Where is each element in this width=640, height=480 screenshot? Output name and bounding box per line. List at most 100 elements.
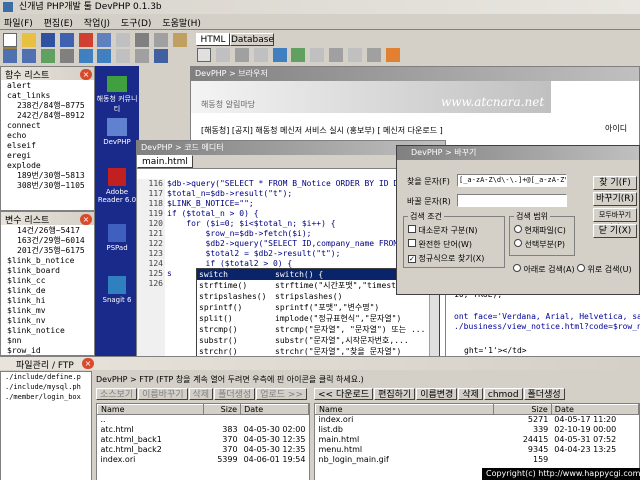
form-icon[interactable]: [310, 48, 325, 62]
tree-item[interactable]: $link_nv: [1, 316, 94, 326]
table-row[interactable]: index.ori 5399 04-06-01 19:54: [98, 455, 309, 465]
find-button[interactable]: 찾 기(F): [593, 176, 637, 190]
tree-item[interactable]: 242건/84행~8912: [1, 111, 94, 121]
regex-checkbox[interactable]: ✓ 정규식으로 찾기(X): [408, 253, 484, 264]
shortcut-item[interactable]: 해동청 커뮤니티: [95, 76, 139, 116]
textarea-icon[interactable]: [366, 48, 381, 62]
tree-item[interactable]: ./include/define.p: [1, 372, 91, 382]
redo-icon[interactable]: [97, 49, 112, 63]
tree-item[interactable]: $link_mv: [1, 306, 94, 316]
table-row[interactable]: main.html 24415 04-05-31 07:52: [316, 435, 639, 445]
table-row[interactable]: atc.html_back1 370 04-05-30 12:35: [98, 435, 309, 445]
autocomplete-item[interactable]: substr() substr("문자열",시작문자번호,...: [197, 335, 439, 346]
bookmark-icon[interactable]: [40, 49, 55, 63]
tree-item[interactable]: 163건/29행~6014: [1, 236, 94, 246]
column-header[interactable]: Name: [315, 404, 494, 415]
tree-item[interactable]: 14건/26행~5417: [1, 226, 94, 236]
column-header[interactable]: Size: [203, 404, 242, 415]
tree-item[interactable]: $link_notice: [1, 326, 94, 336]
menu-tools[interactable]: 도구(D): [117, 14, 156, 31]
save-all-icon[interactable]: [59, 33, 74, 47]
menu-job[interactable]: 작업(J): [80, 14, 114, 31]
copy-icon[interactable]: [154, 33, 168, 47]
notice-bar[interactable]: [해동청] [공지] 해동청 메신저 서비스 실시 (홍보부) [ 메신저 다운…: [201, 125, 541, 137]
undo-icon[interactable]: [78, 49, 93, 63]
remote-action-button[interactable]: 편집하기: [374, 388, 416, 400]
tree-item[interactable]: eregi: [1, 151, 94, 161]
list-icon[interactable]: [215, 48, 230, 62]
column-header[interactable]: Name: [97, 404, 205, 415]
column-header[interactable]: Date: [240, 404, 309, 415]
table-icon[interactable]: [197, 48, 211, 62]
preview-icon[interactable]: [97, 33, 112, 47]
shortcut-item[interactable]: PSPad: [95, 224, 139, 254]
table-row[interactable]: list.db 339 02-10-19 00:00: [316, 425, 639, 435]
tree-item[interactable]: $link_cc: [1, 276, 94, 286]
tree-item[interactable]: cat_links: [1, 91, 94, 101]
html-icon[interactable]: [116, 33, 131, 47]
search-down-radio[interactable]: 아래로 검색(A): [513, 264, 575, 275]
local-action-button[interactable]: 이름바꾸기: [138, 388, 188, 400]
paste-icon[interactable]: [172, 33, 187, 47]
tree-item[interactable]: $link_board: [1, 266, 94, 276]
cut-icon[interactable]: [135, 33, 150, 47]
find-input[interactable]: [_a-zA-Z\d\-\.]+@[_a-zA-Z\d: [457, 174, 567, 187]
indent-icon[interactable]: [3, 49, 17, 63]
tree-item[interactable]: 201건/35행~6175: [1, 246, 94, 256]
tree-item[interactable]: explode: [1, 161, 94, 171]
shortcut-item[interactable]: Snagit 6: [95, 276, 139, 306]
link-icon[interactable]: [272, 48, 287, 62]
input-icon[interactable]: [329, 48, 344, 62]
outdent-icon[interactable]: [21, 49, 36, 63]
local-action-button[interactable]: 업로드 >>: [256, 388, 308, 400]
tab-main-html[interactable]: main.html: [137, 155, 193, 168]
tree-item[interactable]: 238건/84행~8775: [1, 101, 94, 111]
local-action-button[interactable]: 소스보기: [96, 388, 138, 400]
remote-action-button[interactable]: << 다운로드: [314, 388, 374, 400]
close-icon[interactable]: ×: [82, 358, 94, 369]
menu-edit[interactable]: 편집(E): [40, 14, 77, 31]
remote-action-button[interactable]: 삭제: [458, 388, 483, 400]
function-icon[interactable]: [116, 49, 131, 63]
image-icon[interactable]: [291, 48, 306, 62]
open-folder-icon[interactable]: [21, 33, 36, 47]
case-sensitive-checkbox[interactable]: 대소문자 구분(N): [408, 225, 477, 236]
tree-item[interactable]: $link_b_notice: [1, 256, 94, 266]
autocomplete-item[interactable]: split() implode("정규표현식","문자열"): [197, 313, 439, 324]
column-header[interactable]: Size: [492, 404, 552, 415]
tree-item[interactable]: ./include/mysql.ph: [1, 382, 91, 392]
ftp-icon[interactable]: [78, 33, 93, 47]
tree-item[interactable]: 308번/30행~1105: [1, 181, 94, 191]
replace-button[interactable]: 바꾸기(R): [593, 192, 637, 206]
tree-item[interactable]: echo: [1, 131, 94, 141]
remote-action-button[interactable]: 이름변경: [416, 388, 458, 400]
search-up-radio[interactable]: 위로 검색(U): [577, 264, 632, 275]
new-file-icon[interactable]: [3, 33, 17, 47]
run-icon[interactable]: [135, 49, 150, 63]
tab-html[interactable]: HTML: [196, 33, 230, 46]
select-icon[interactable]: [348, 48, 362, 62]
close-icon[interactable]: ×: [80, 214, 92, 225]
tree-item[interactable]: alert: [1, 81, 94, 91]
current-file-radio[interactable]: 현재파일(C): [514, 225, 566, 236]
tree-item[interactable]: $link_de: [1, 286, 94, 296]
table-row[interactable]: index.ori 5271 04-05-17 11:20: [316, 415, 639, 425]
selection-radio[interactable]: 선택부분(P): [514, 239, 565, 250]
tree-item[interactable]: $row_id: [1, 346, 94, 356]
table-row[interactable]: nb_login_main.gif 159: [316, 455, 639, 465]
paragraph-icon[interactable]: [253, 48, 268, 62]
tree-item[interactable]: 189번/30행~5813: [1, 171, 94, 181]
menu-file[interactable]: 파일(F): [0, 14, 37, 31]
save-icon[interactable]: [40, 33, 55, 47]
remote-action-button[interactable]: 폴더생성: [523, 388, 565, 400]
tree-item[interactable]: ./member/login_box: [1, 392, 91, 402]
tree-item[interactable]: $nn: [1, 336, 94, 346]
table-row[interactable]: atc.html 383 04-05-30 02:00: [98, 425, 309, 435]
replace-input[interactable]: [457, 194, 567, 207]
color-icon[interactable]: [385, 48, 400, 62]
table-row[interactable]: menu.html 9345 04-04-23 13:25: [316, 445, 639, 455]
align-icon[interactable]: [234, 48, 249, 62]
tree-item[interactable]: $link_hi: [1, 296, 94, 306]
replace-all-button[interactable]: 모두바꾸기(A): [593, 208, 637, 231]
help-icon[interactable]: [154, 49, 168, 63]
